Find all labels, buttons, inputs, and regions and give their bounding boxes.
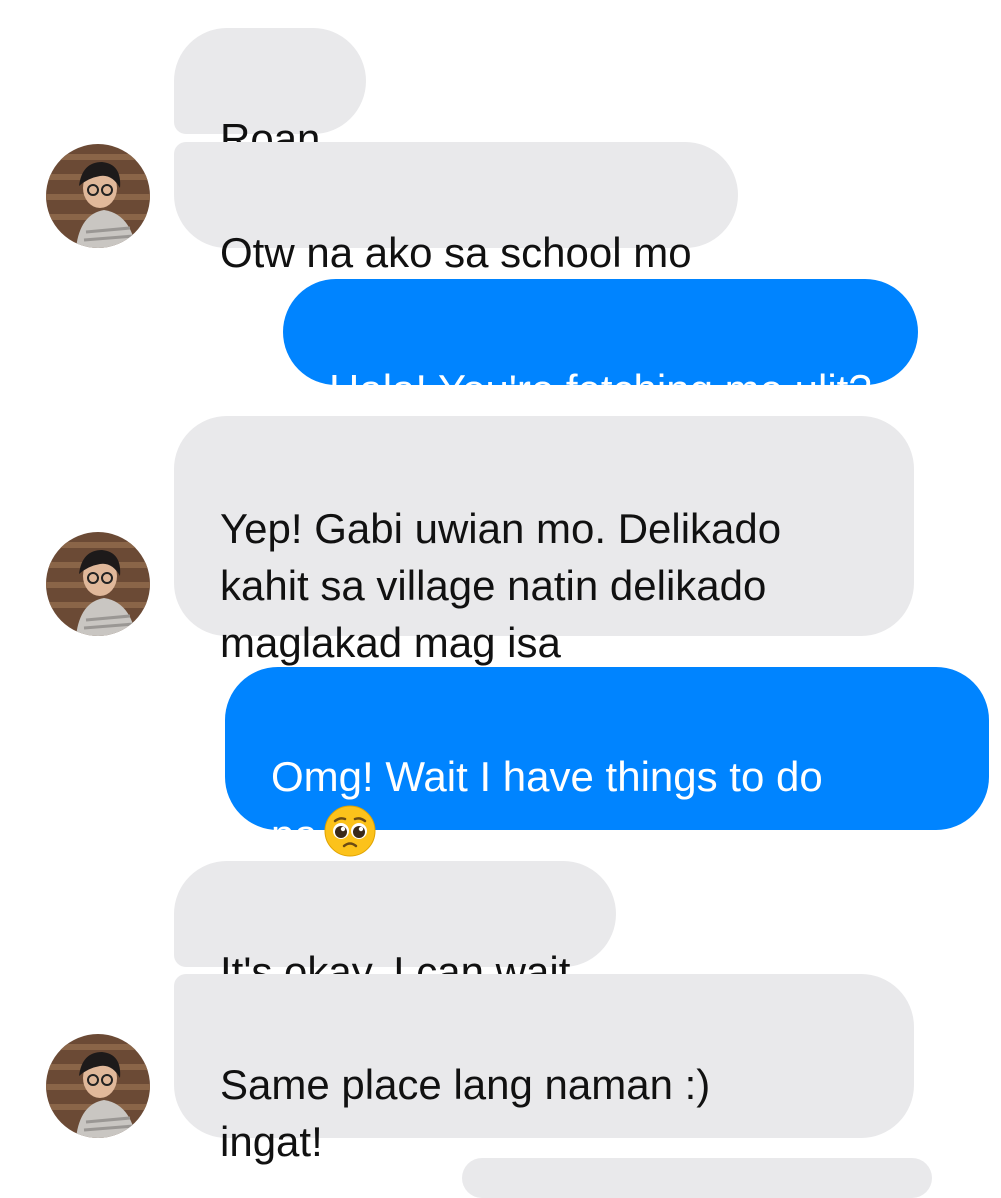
message-bubble-outgoing[interactable]: Omg! Wait I have things to do pa bbox=[225, 667, 989, 858]
message-bubble-incoming[interactable]: Roan bbox=[174, 28, 367, 162]
pleading-face-icon bbox=[324, 805, 376, 857]
message-bubble-incoming[interactable]: It's okay. I can wait bbox=[174, 861, 617, 995]
message-bubble-incoming[interactable]: Otw na ako sa school mo bbox=[174, 142, 738, 276]
profile-photo-icon bbox=[46, 1034, 150, 1138]
avatar[interactable] bbox=[46, 1034, 150, 1138]
message-text: Same place lang naman :) ingat! bbox=[220, 1061, 711, 1165]
message-bubble-incoming[interactable]: Yep! Gabi uwian mo. Delikado kahit sa vi… bbox=[174, 416, 914, 666]
message-bubble-outgoing[interactable]: Hala! You're fetching me ulit? bbox=[283, 279, 918, 413]
message-text: Hala! You're fetching me ulit? bbox=[329, 366, 872, 413]
message-bubble-incoming[interactable]: Same place lang naman :) ingat! bbox=[174, 974, 914, 1165]
profile-photo-icon bbox=[46, 532, 150, 636]
avatar[interactable] bbox=[46, 532, 150, 636]
avatar[interactable] bbox=[46, 144, 150, 248]
message-text: Yep! Gabi uwian mo. Delikado kahit sa vi… bbox=[220, 505, 782, 666]
message-bubble-incoming-partial[interactable] bbox=[462, 1158, 932, 1198]
profile-photo-icon bbox=[46, 144, 150, 248]
message-text: Otw na ako sa school mo bbox=[220, 229, 692, 276]
